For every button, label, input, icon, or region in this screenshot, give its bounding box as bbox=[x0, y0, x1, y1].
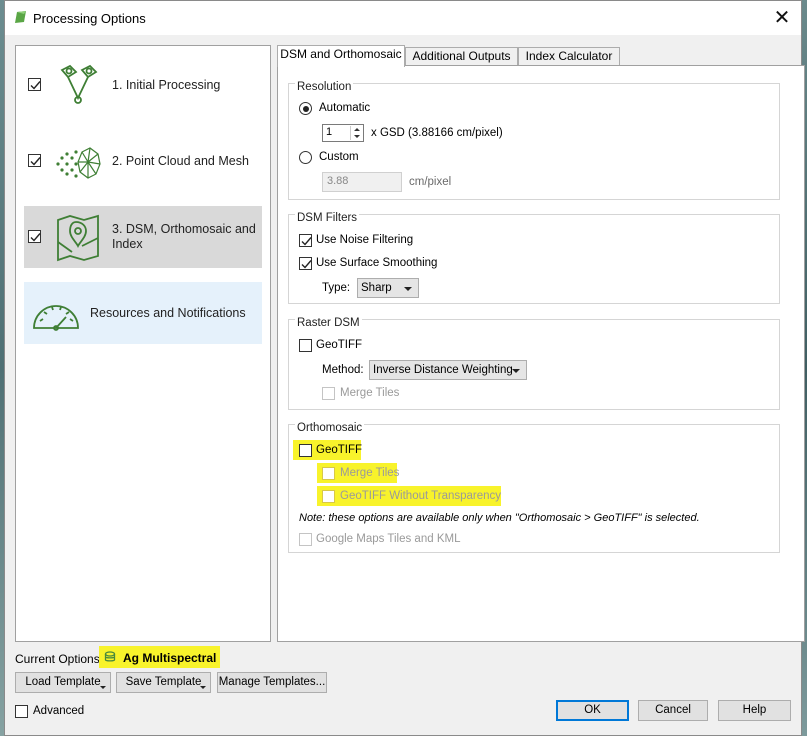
tab-additional-outputs[interactable]: Additional Outputs bbox=[405, 47, 518, 66]
ortho-no-transparency-label: GeoTIFF Without Transparency bbox=[340, 490, 502, 502]
spin-arrows-icon[interactable] bbox=[350, 126, 362, 140]
raster-geotiff-checkbox[interactable] bbox=[299, 339, 312, 352]
processing-options-dialog: Processing Options ✕ 1. Initial Processi… bbox=[4, 0, 805, 736]
raster-dsm-group: Raster DSM GeoTIFF Method: Inverse Dista… bbox=[288, 317, 780, 410]
raster-merge-tiles-checkbox[interactable] bbox=[322, 387, 335, 400]
step-dsm-orthomosaic[interactable]: 3. DSM, Orthomosaic and Index bbox=[24, 206, 262, 268]
load-template-label: Load Template bbox=[25, 676, 101, 688]
step-label: Resources and Notifications bbox=[90, 305, 246, 320]
map-pin-icon bbox=[57, 214, 99, 262]
step-resources-notifications[interactable]: Resources and Notifications bbox=[24, 282, 262, 344]
step-label: 2. Point Cloud and Mesh bbox=[112, 153, 249, 168]
point-cloud-icon bbox=[56, 147, 101, 179]
ortho-geotiff-label: GeoTIFF bbox=[316, 444, 363, 456]
method-value: Inverse Distance Weighting bbox=[373, 364, 513, 376]
steps-panel: 1. Initial Processing 2. Point Cloud and… bbox=[15, 45, 271, 642]
gauge-icon bbox=[33, 305, 79, 331]
noise-filtering-label: Use Noise Filtering bbox=[316, 234, 414, 246]
load-template-button[interactable]: Load Template bbox=[15, 672, 111, 693]
automatic-label: Automatic bbox=[319, 102, 371, 114]
smoothing-type-select[interactable]: Sharp bbox=[357, 278, 419, 298]
tab-content-panel: Resolution Automatic 1 x GSD (3.88166 cm… bbox=[277, 65, 805, 642]
close-button[interactable]: ✕ bbox=[771, 7, 793, 29]
ok-button[interactable]: OK bbox=[556, 700, 629, 721]
custom-radio[interactable] bbox=[299, 151, 312, 164]
method-select[interactable]: Inverse Distance Weighting bbox=[369, 360, 527, 380]
advanced-label: Advanced bbox=[33, 705, 85, 717]
custom-resolution-value: 3.88 bbox=[327, 175, 349, 187]
step-point-cloud-checkbox[interactable] bbox=[28, 154, 41, 167]
orthomosaic-title: Orthomosaic bbox=[295, 422, 365, 434]
custom-resolution-input[interactable]: 3.88 bbox=[322, 172, 402, 192]
window-title: Processing Options bbox=[33, 11, 146, 26]
type-label: Type: bbox=[322, 282, 351, 294]
chevron-down-icon bbox=[512, 369, 520, 373]
title-bar: Processing Options ✕ bbox=[5, 1, 801, 35]
advanced-checkbox[interactable] bbox=[15, 705, 28, 718]
google-maps-kml-label: Google Maps Tiles and KML bbox=[316, 533, 461, 545]
ortho-no-transparency-checkbox[interactable] bbox=[322, 490, 335, 503]
step-dsm-orthomosaic-checkbox[interactable] bbox=[28, 230, 41, 243]
step-initial-processing[interactable]: 1. Initial Processing bbox=[24, 54, 262, 116]
gsd-spinbox[interactable]: 1 bbox=[322, 124, 364, 142]
help-button[interactable]: Help bbox=[718, 700, 791, 721]
manage-templates-button[interactable]: Manage Templates... bbox=[217, 672, 327, 693]
step-point-cloud[interactable]: 2. Point Cloud and Mesh bbox=[24, 130, 262, 192]
save-template-button[interactable]: Save Template bbox=[116, 672, 211, 693]
gsd-value: 1 bbox=[326, 126, 333, 138]
app-logo-icon bbox=[15, 11, 26, 23]
template-database-icon bbox=[104, 651, 116, 662]
tab-dsm-orthomosaic[interactable]: DSM and Orthomosaic bbox=[277, 45, 405, 67]
tab-index-calculator[interactable]: Index Calculator bbox=[518, 47, 620, 66]
custom-label: Custom bbox=[319, 151, 359, 163]
google-maps-kml-checkbox[interactable] bbox=[299, 533, 312, 546]
ortho-geotiff-checkbox[interactable] bbox=[299, 444, 312, 457]
surface-smoothing-label: Use Surface Smoothing bbox=[316, 257, 438, 269]
step-label: 3. DSM, Orthomosaic and Index bbox=[112, 222, 256, 251]
cancel-button[interactable]: Cancel bbox=[638, 700, 708, 721]
noise-filtering-checkbox[interactable] bbox=[299, 234, 312, 247]
step-label: 1. Initial Processing bbox=[112, 77, 221, 92]
ortho-merge-tiles-label: Merge Tiles bbox=[340, 467, 400, 479]
dsm-filters-group: DSM Filters Use Noise Filtering Use Surf… bbox=[288, 212, 780, 304]
dropdown-arrow-icon bbox=[100, 686, 106, 689]
gsd-label: x GSD (3.88166 cm/pixel) bbox=[371, 127, 503, 139]
custom-unit-label: cm/pixel bbox=[409, 176, 452, 188]
chevron-down-icon bbox=[404, 287, 412, 291]
initial-processing-icon bbox=[60, 64, 98, 104]
raster-dsm-title: Raster DSM bbox=[295, 317, 362, 329]
raster-geotiff-label: GeoTIFF bbox=[316, 339, 363, 351]
orthomosaic-group: Orthomosaic GeoTIFF Merge Tiles GeoTIFF … bbox=[288, 422, 780, 553]
smoothing-type-value: Sharp bbox=[361, 282, 392, 294]
orthomosaic-note: Note: these options are available only w… bbox=[299, 512, 700, 524]
dsm-filters-title: DSM Filters bbox=[295, 212, 360, 224]
current-options-label: Current Options: bbox=[15, 652, 104, 666]
resolution-title: Resolution bbox=[295, 81, 354, 93]
method-label: Method: bbox=[322, 364, 364, 376]
surface-smoothing-checkbox[interactable] bbox=[299, 257, 312, 270]
ortho-merge-tiles-checkbox[interactable] bbox=[322, 467, 335, 480]
raster-merge-tiles-label: Merge Tiles bbox=[340, 387, 400, 399]
step-initial-processing-checkbox[interactable] bbox=[28, 78, 41, 91]
current-options-value: Ag Multispectral bbox=[123, 651, 217, 665]
save-template-label: Save Template bbox=[125, 676, 202, 688]
automatic-radio[interactable] bbox=[299, 102, 312, 115]
dropdown-arrow-icon bbox=[200, 686, 206, 689]
resolution-group: Resolution Automatic 1 x GSD (3.88166 cm… bbox=[288, 81, 780, 200]
